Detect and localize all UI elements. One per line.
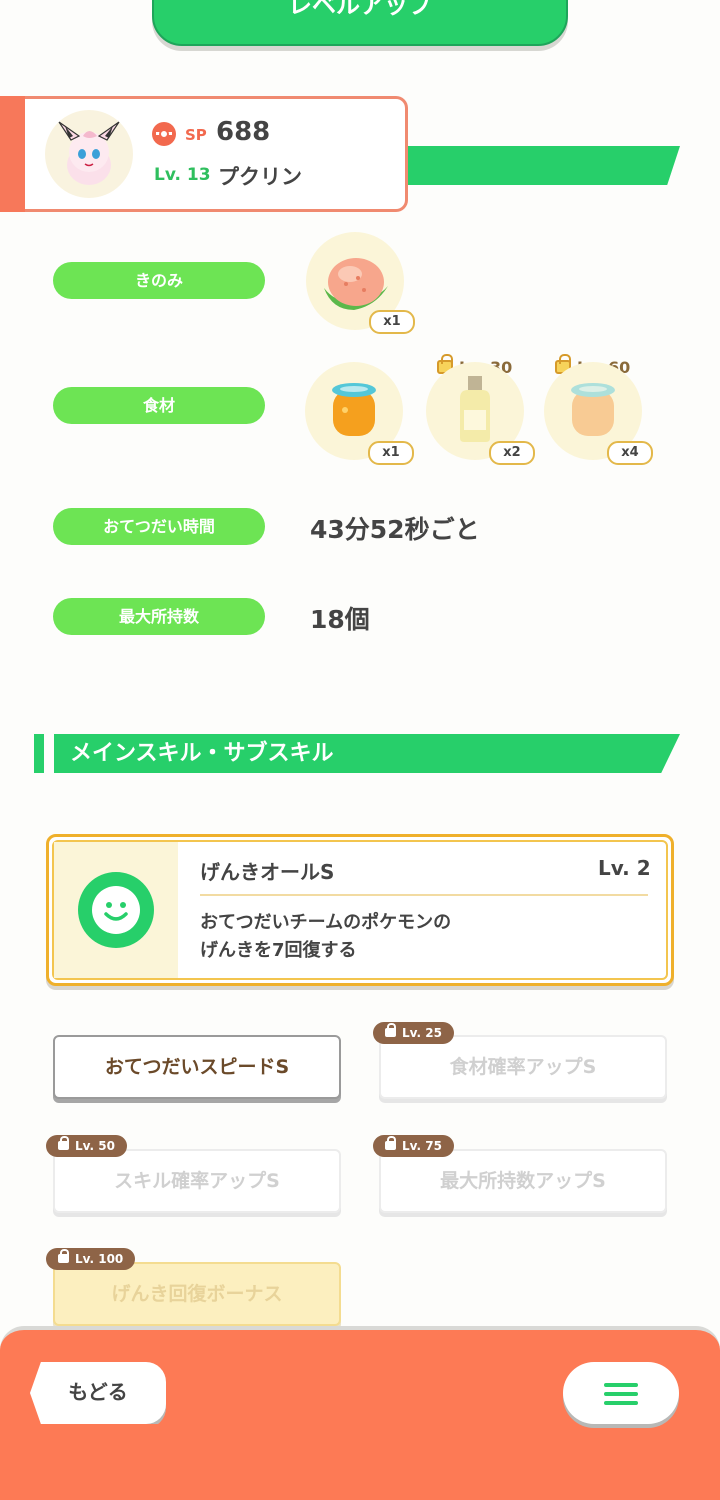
main-skill-level: Lv. 2 bbox=[598, 856, 651, 880]
sub-skill-4-lock-badge: Lv. 75 bbox=[373, 1135, 454, 1157]
sp-icon bbox=[152, 122, 176, 146]
lock-icon bbox=[58, 1136, 69, 1150]
sub-skill-5-lock-badge: Lv. 100 bbox=[46, 1248, 136, 1270]
lock-icon bbox=[58, 1249, 69, 1263]
ingredient-qty-2: x2 bbox=[489, 441, 535, 465]
sp-label: SP bbox=[185, 126, 207, 144]
main-skill-name: げんきオールS bbox=[200, 860, 335, 884]
help-time-value: 43分52秒ごと bbox=[310, 515, 480, 544]
smile-icon bbox=[78, 872, 154, 948]
level-up-label: レベルアップ bbox=[288, 0, 432, 19]
hamburger-menu-icon-line bbox=[604, 1392, 638, 1396]
ingredient-qty-3: x4 bbox=[607, 441, 653, 465]
wigglytuff-sprite bbox=[58, 121, 120, 185]
sub-skill-2[interactable]: 食材確率アップS bbox=[379, 1035, 667, 1099]
help-time-label-pill: おてつだい時間 bbox=[53, 508, 265, 545]
skills-section-title: メインスキル・サブスキル bbox=[54, 734, 680, 773]
max-carry-value: 18個 bbox=[310, 605, 370, 634]
sub-skill-3[interactable]: スキル確率アップS bbox=[53, 1149, 341, 1213]
level-up-button[interactable]: レベルアップ bbox=[152, 0, 568, 46]
sub-skill-5[interactable]: げんき回復ボーナス bbox=[53, 1262, 341, 1326]
lock-icon bbox=[385, 1136, 396, 1150]
sub-skill-3-lock-badge: Lv. 50 bbox=[46, 1135, 127, 1157]
max-carry-label-pill: 最大所持数 bbox=[53, 598, 265, 635]
sub-skill-2-lock-badge: Lv. 25 bbox=[373, 1022, 454, 1044]
sp-value: 688 bbox=[216, 117, 271, 147]
berry-label-pill: きのみ bbox=[53, 262, 265, 299]
pokemon-avatar[interactable] bbox=[45, 110, 133, 198]
ingredient-qty-1: x1 bbox=[368, 441, 414, 465]
pokemon-card-stripe bbox=[0, 96, 25, 212]
berry-qty: x1 bbox=[369, 310, 415, 334]
hamburger-menu-icon bbox=[604, 1383, 638, 1387]
header-band bbox=[360, 146, 680, 185]
back-button[interactable]: もどる bbox=[30, 1362, 166, 1424]
sub-skill-4[interactable]: 最大所持数アップS bbox=[379, 1149, 667, 1213]
ingredient-label-pill: 食材 bbox=[53, 387, 265, 424]
pokemon-name: プクリン bbox=[218, 165, 302, 189]
main-skill-divider bbox=[200, 894, 648, 896]
main-skill-description: おてつだいチームのポケモンの げんきを7回復する bbox=[200, 912, 452, 961]
section-accent-bar bbox=[34, 734, 44, 773]
hamburger-menu-icon-line bbox=[604, 1401, 638, 1405]
pokemon-level: Lv. 13 bbox=[154, 165, 211, 185]
lock-icon bbox=[385, 1023, 396, 1037]
sub-skill-1[interactable]: おてつだいスピードS bbox=[53, 1035, 341, 1099]
